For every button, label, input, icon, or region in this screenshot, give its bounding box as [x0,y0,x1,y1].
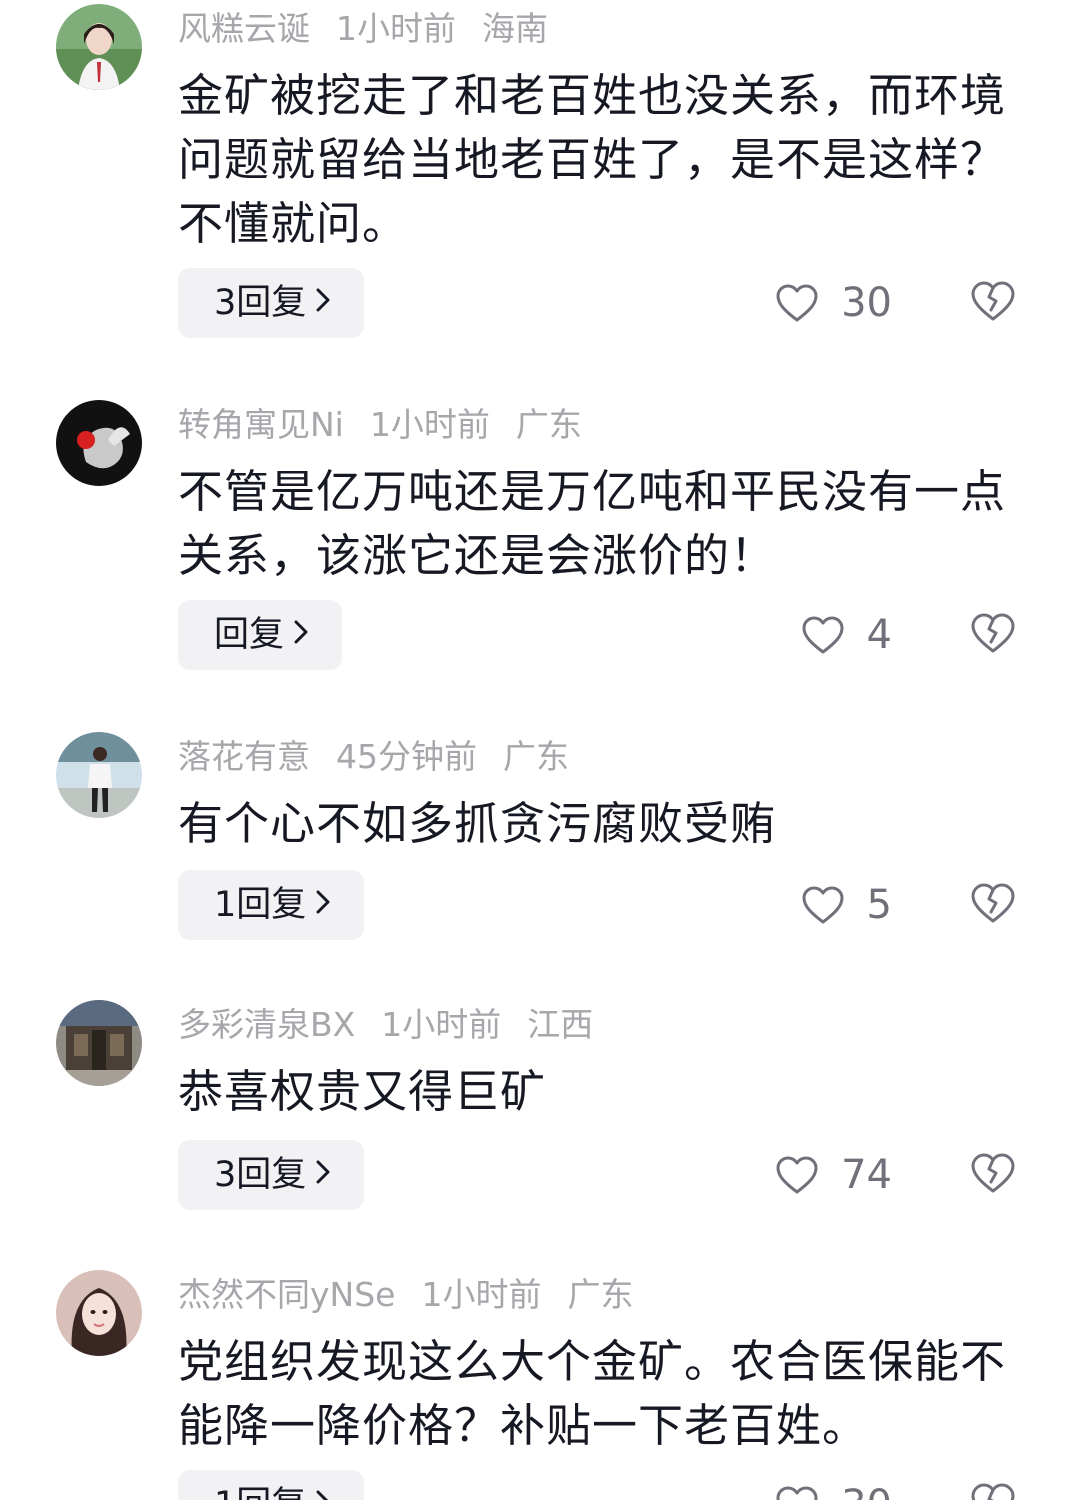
dislike-button[interactable] [970,612,1016,658]
user-avatar[interactable] [56,1270,142,1356]
comment-time: 1小时前 [421,1275,542,1314]
like-count: 4 [866,612,892,658]
chevron-right-icon [316,868,330,938]
reply-label: 3回复 [214,283,307,323]
broken-heart-icon [971,1483,1015,1500]
comment-meta: 落花有意 45分钟前 广东 [178,732,569,782]
like-count: 30 [841,280,892,326]
dislike-button[interactable] [970,882,1016,928]
like-count: 30 [841,1482,892,1500]
reply-label: 回复 [214,615,285,655]
chevron-right-icon [316,1138,330,1208]
comment-location: 江西 [527,1005,594,1044]
broken-heart-icon [971,883,1015,923]
username[interactable]: 风糕云诞 [178,4,310,54]
username[interactable]: 转角寓见Ni [178,400,344,450]
avatar-photo-icon [56,732,142,818]
reply-button[interactable]: 3回复 [178,266,365,338]
like-button[interactable]: 5 [801,870,892,940]
like-button[interactable]: 30 [775,268,892,338]
heart-icon [776,1156,818,1194]
comment-time: 1小时前 [336,9,456,48]
comment-text: 党组织发现这么大个金矿。农合医保能不能降一降价格？补贴一下老百姓。 [178,1335,1007,1452]
broken-heart-icon [971,613,1015,653]
like-button[interactable]: 74 [775,1140,892,1210]
reply-label: 1回复 [214,885,307,925]
heart-icon [802,616,844,654]
dislike-button[interactable] [970,1152,1016,1198]
dislike-button[interactable] [970,1482,1016,1500]
reply-label: 1回复 [214,1485,306,1500]
username[interactable]: 落花有意 [178,732,310,782]
comment-time: 1小时前 [381,1005,502,1044]
comment-meta: 转角寓见Ni 1小时前 广东 [178,400,582,450]
user-avatar[interactable] [56,400,142,486]
broken-heart-icon [971,281,1015,321]
reply-button[interactable]: 1回复 [178,1468,365,1500]
user-avatar[interactable] [56,4,142,90]
like-button[interactable]: 4 [801,600,892,670]
comment-feed: 风糕云诞 1小时前 海南 金矿被挖走了和老百姓也没关系，而环境问题就留给当地老百姓了… [0,0,1080,1500]
comment-location: 广东 [567,1275,634,1314]
comment-location: 广东 [503,737,569,776]
dislike-button[interactable] [970,280,1016,326]
broken-heart-icon [971,1153,1015,1193]
reply-button[interactable]: 3回复 [178,1138,365,1210]
heart-icon [776,284,818,322]
username[interactable]: 杰然不同yNSe [178,1270,395,1320]
comment-text: 不管是亿万吨还是万亿吨和平民没有一点关系，该涨它还是会涨价的！ [178,465,1007,582]
avatar-photo-icon [56,400,142,486]
avatar-photo-icon [56,4,142,90]
chevron-right-icon [316,266,330,336]
chevron-right-icon [316,1468,330,1500]
comment-location: 海南 [482,9,548,48]
heart-icon [776,1486,818,1500]
comment-meta: 多彩清泉BX 1小时前 江西 [178,1000,593,1050]
reply-button[interactable]: 1回复 [178,868,365,940]
reply-label: 3回复 [214,1155,307,1195]
comment-text: 有个心不如多抓贪污腐败受贿 [178,797,777,850]
chevron-right-icon [294,598,308,668]
reply-button[interactable]: 回复 [178,598,343,670]
user-avatar[interactable] [56,732,142,818]
comment-text: 恭喜权贵又得巨矿 [178,1065,547,1118]
like-count: 5 [866,882,892,928]
heart-icon [802,886,844,924]
like-button[interactable]: 30 [775,1470,892,1500]
comment-text: 金矿被挖走了和老百姓也没关系，而环境问题就留给当地老百姓了，是不是这样？不懂就问… [178,69,1007,250]
comment-meta: 杰然不同yNSe 1小时前 广东 [178,1270,633,1320]
user-avatar[interactable] [56,1000,142,1086]
username[interactable]: 多彩清泉BX [178,1000,355,1050]
comment-time: 1小时前 [369,405,490,444]
avatar-photo-icon [56,1000,142,1086]
avatar-photo-icon [56,1270,142,1356]
comment-meta: 风糕云诞 1小时前 海南 [178,4,548,54]
comment-location: 广东 [515,405,582,444]
like-count: 74 [841,1152,892,1198]
comment-time: 45分钟前 [336,737,477,776]
